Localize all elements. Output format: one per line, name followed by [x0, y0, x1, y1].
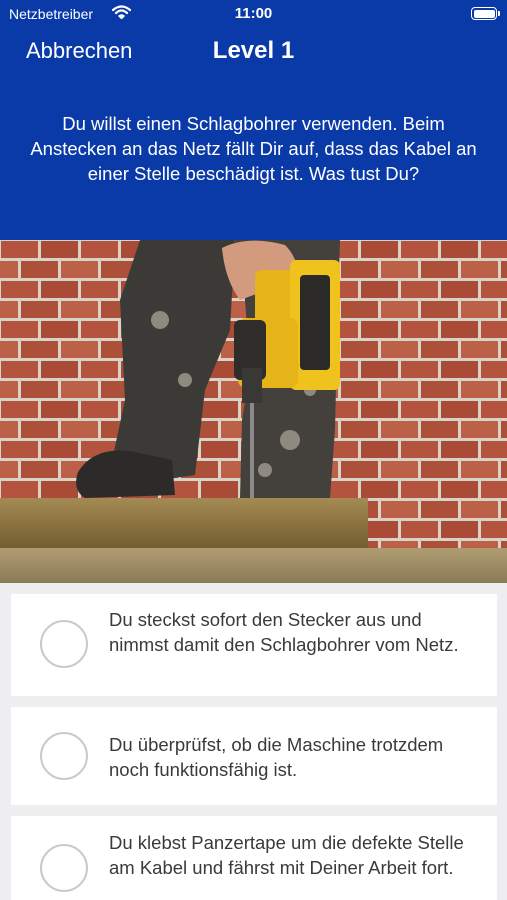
radio-button[interactable] — [40, 844, 88, 892]
clock: 11:00 — [234, 5, 273, 22]
answer-option-2[interactable]: Du überprüfst, ob die Maschine trotzdem … — [11, 707, 497, 805]
answer-option-3[interactable]: Du klebst Panzertape um die defekte Stel… — [11, 816, 497, 900]
question-photo — [0, 240, 507, 583]
answer-option-1[interactable]: Du steckst sofort den Stecker aus und ni… — [11, 594, 497, 696]
battery-full-icon — [471, 7, 500, 20]
answer-text: Du steckst sofort den Stecker aus und ni… — [109, 609, 459, 655]
answer-text: Du überprüfst, ob die Maschine trotzdem … — [109, 734, 444, 780]
radio-button[interactable] — [40, 620, 88, 668]
header: Netzbetreiber 11:00 Abbrechen Level 1 Du… — [0, 0, 507, 240]
answer-text: Du klebst Panzertape um die defekte Stel… — [109, 832, 464, 878]
question-text: Du willst einen Schlagbohrer verwenden. … — [30, 113, 477, 184]
page-title: Level 1 — [212, 37, 295, 64]
radio-button[interactable] — [40, 732, 88, 780]
status-bar: Netzbetreiber 11:00 — [0, 0, 507, 30]
